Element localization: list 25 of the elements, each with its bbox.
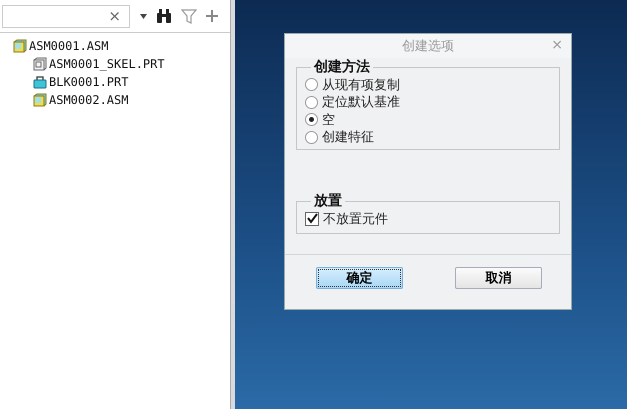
cube-icon bbox=[33, 93, 47, 107]
cancel-button[interactable]: 取消 bbox=[455, 267, 542, 289]
checkbox-option[interactable]: 不放置元件 bbox=[305, 210, 388, 228]
skeleton-cube-icon bbox=[33, 57, 47, 71]
check-icon bbox=[306, 213, 318, 224]
group-title: 创建方法 bbox=[312, 58, 371, 76]
part-icon bbox=[33, 75, 47, 89]
radio-option[interactable]: 空 bbox=[305, 111, 335, 128]
binoculars-icon[interactable] bbox=[156, 8, 172, 24]
tree-item[interactable]: ASM0001_SKEL.PRT bbox=[33, 55, 165, 73]
filter-icon[interactable] bbox=[181, 8, 197, 24]
ok-button[interactable]: 确定 bbox=[316, 267, 403, 289]
cube-icon bbox=[13, 39, 27, 53]
radio-option[interactable]: 定位默认基准 bbox=[305, 94, 400, 111]
clear-button[interactable]: × bbox=[108, 7, 129, 25]
dialog-title: 创建选项 bbox=[402, 38, 454, 55]
radio-option[interactable]: 从现有项复制 bbox=[305, 76, 400, 94]
caret-icon[interactable] bbox=[140, 14, 147, 18]
radio-option[interactable]: 创建特征 bbox=[305, 128, 374, 146]
tree-item[interactable]: ASM0002.ASM bbox=[33, 91, 128, 109]
search-field[interactable]: × bbox=[2, 4, 130, 28]
tree-item[interactable]: ASM0001.ASM bbox=[13, 37, 108, 55]
add-icon[interactable] bbox=[206, 10, 218, 22]
tree-item[interactable]: BLK0001.PRT bbox=[33, 73, 128, 91]
group-title: 放置 bbox=[312, 192, 343, 210]
